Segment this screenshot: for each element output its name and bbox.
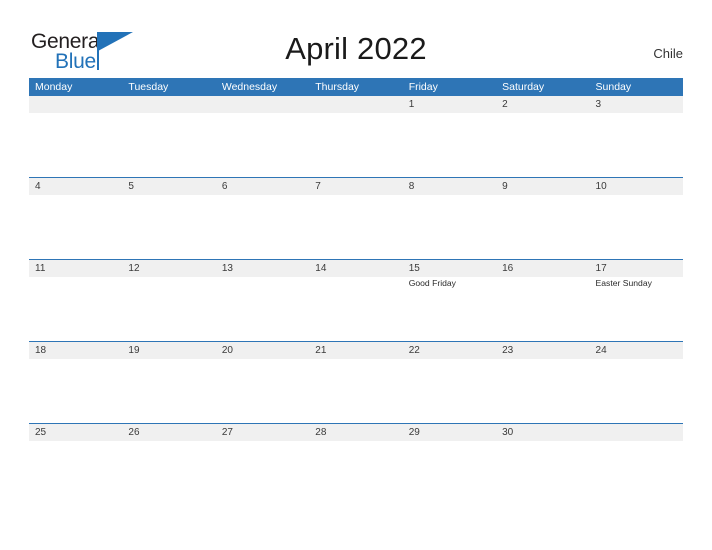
day-number[interactable]: 21 (309, 342, 402, 359)
weekday-sunday: Sunday (595, 81, 632, 93)
day-event (122, 195, 215, 258)
day-number[interactable] (29, 96, 122, 113)
week-date-band: 4 5 6 7 8 9 10 (29, 178, 683, 195)
day-number[interactable]: 15 (403, 260, 496, 277)
day-event (590, 359, 683, 422)
day-number[interactable]: 9 (496, 178, 589, 195)
weekday-header-row: Monday Tuesday Wednesday Thursday Friday… (29, 78, 683, 96)
day-event (496, 441, 589, 504)
day-event (122, 441, 215, 504)
day-event (29, 195, 122, 258)
day-event (216, 441, 309, 504)
calendar-page: General Blue April 2022 Chile Monday Tue… (0, 0, 712, 550)
day-event (309, 195, 402, 258)
day-event (216, 277, 309, 340)
week-date-band: 25 26 27 28 29 30 (29, 424, 683, 441)
page-header: General Blue April 2022 Chile (0, 0, 712, 78)
day-event (590, 113, 683, 176)
weekday-wednesday: Wednesday (221, 81, 278, 93)
day-event (309, 113, 402, 176)
day-number[interactable]: 28 (309, 424, 402, 441)
weekday-monday: Monday (35, 81, 73, 93)
day-event (29, 113, 122, 176)
day-number[interactable] (590, 424, 683, 441)
day-number[interactable]: 19 (122, 342, 215, 359)
day-number[interactable]: 16 (496, 260, 589, 277)
day-event (216, 359, 309, 422)
day-number[interactable]: 2 (496, 96, 589, 113)
weekday-tuesday: Tuesday (128, 81, 169, 93)
week-row: 18 19 20 21 22 23 24 (29, 341, 683, 423)
day-event (29, 441, 122, 504)
day-number[interactable]: 27 (216, 424, 309, 441)
week-event-body: Good Friday Easter Sunday (29, 277, 683, 340)
day-number[interactable]: 4 (29, 178, 122, 195)
day-event-easter-sunday: Easter Sunday (595, 278, 652, 288)
day-number[interactable]: 14 (309, 260, 402, 277)
day-event (29, 359, 122, 422)
weekday-friday: Friday (408, 81, 438, 93)
day-event (309, 441, 402, 504)
week-row: 4 5 6 7 8 9 10 (29, 177, 683, 259)
week-date-band: 1 2 3 (29, 96, 683, 113)
day-event (309, 359, 402, 422)
day-event (309, 277, 402, 340)
day-event (590, 195, 683, 258)
country-label: Chile (653, 46, 683, 61)
day-number[interactable]: 6 (216, 178, 309, 195)
day-event (590, 441, 683, 504)
day-number[interactable]: 24 (590, 342, 683, 359)
day-number[interactable]: 25 (29, 424, 122, 441)
calendar-grid: Monday Tuesday Wednesday Thursday Friday… (29, 78, 683, 505)
weekday-saturday: Saturday (502, 81, 545, 93)
day-number[interactable]: 22 (403, 342, 496, 359)
day-event (496, 113, 589, 176)
day-number[interactable]: 29 (403, 424, 496, 441)
weekday-thursday: Thursday (315, 81, 360, 93)
page-title: April 2022 (285, 31, 427, 66)
day-event (496, 195, 589, 258)
day-event (496, 359, 589, 422)
day-number[interactable]: 20 (216, 342, 309, 359)
day-number[interactable] (309, 96, 402, 113)
day-event (403, 113, 496, 176)
week-event-body (29, 195, 683, 258)
week-event-body (29, 441, 683, 504)
week-event-body (29, 113, 683, 176)
day-event (403, 441, 496, 504)
day-event (216, 195, 309, 258)
day-number[interactable]: 12 (122, 260, 215, 277)
day-number[interactable]: 18 (29, 342, 122, 359)
day-event (403, 195, 496, 258)
day-number[interactable]: 10 (590, 178, 683, 195)
day-event (403, 359, 496, 422)
week-row: 25 26 27 28 29 30 (29, 423, 683, 505)
day-event (496, 277, 589, 340)
day-number[interactable]: 13 (216, 260, 309, 277)
day-event (29, 277, 122, 340)
day-number[interactable]: 8 (403, 178, 496, 195)
day-number[interactable]: 1 (403, 96, 496, 113)
day-number[interactable]: 17 (590, 260, 683, 277)
day-event (122, 113, 215, 176)
day-number[interactable]: 7 (309, 178, 402, 195)
day-number[interactable]: 30 (496, 424, 589, 441)
week-row: 11 12 13 14 15 16 17 Good Friday Easter … (29, 259, 683, 341)
day-event-good-friday: Good Friday (408, 278, 456, 288)
day-event (216, 113, 309, 176)
week-date-band: 18 19 20 21 22 23 24 (29, 342, 683, 359)
day-number[interactable] (216, 96, 309, 113)
day-event (122, 277, 215, 340)
day-number[interactable]: 11 (29, 260, 122, 277)
day-number[interactable]: 26 (122, 424, 215, 441)
day-number[interactable]: 5 (122, 178, 215, 195)
week-event-body (29, 359, 683, 422)
day-event (122, 359, 215, 422)
week-date-band: 11 12 13 14 15 16 17 (29, 260, 683, 277)
week-row: 1 2 3 (29, 96, 683, 177)
day-number[interactable]: 3 (590, 96, 683, 113)
day-number[interactable] (122, 96, 215, 113)
day-number[interactable]: 23 (496, 342, 589, 359)
